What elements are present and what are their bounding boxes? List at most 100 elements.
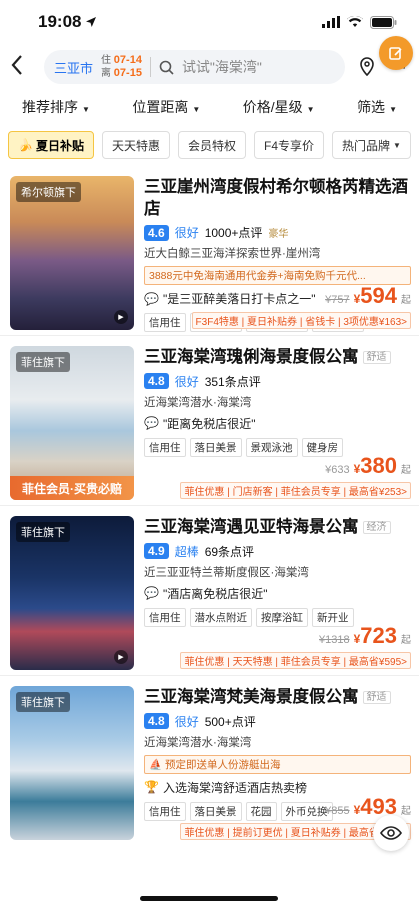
deal-tags[interactable]: 菲住优惠 | 天天特惠 | 菲住会员专享 | 最高省¥595> [180, 652, 411, 669]
back-icon[interactable] [10, 54, 36, 80]
hotel-card[interactable]: 菲住旗下 ▶ 三亚海棠湾遇见亚特海景公寓 经济 4.9 超棒 69条点评 近三亚亚… [0, 506, 419, 676]
hotel-title: 三亚海棠湾瑰俐海景度假公寓 舒适 [144, 346, 411, 369]
hotel-info: 三亚海棠湾梵美海景度假公寓 舒适 4.8 很好 500+点评 近海棠湾潜水·海棠湾… [134, 686, 411, 840]
image-promo-label: 菲住会员·买贵必赔 [10, 476, 134, 500]
deal-tags[interactable]: 菲住优惠 | 门店新客 | 菲住会员专享 | 最高省¥253> [180, 482, 411, 499]
level-badge: 舒适 [362, 690, 391, 704]
brand-tag: 希尔顿旗下 [16, 182, 81, 202]
filter-location[interactable]: 位置距离 ▼ [132, 97, 200, 117]
caret-down-icon: ▼ [306, 105, 315, 114]
eye-icon [380, 826, 402, 840]
hotel-title: 三亚海棠湾梵美海景度假公寓 舒适 [144, 686, 411, 709]
map-button[interactable] [353, 56, 381, 78]
price-suffix: 起 [401, 806, 411, 817]
brand-tag: 菲住旗下 [16, 352, 70, 372]
review-quote: 💬 "距离免税店很近" [144, 416, 256, 431]
price-suffix: 起 [401, 295, 411, 306]
hotel-title: 三亚崖州湾度假村希尔顿格芮精选酒店 [144, 178, 408, 218]
original-price: ¥757 [325, 294, 350, 306]
chat-bubble-icon: 💬 [144, 416, 159, 431]
rating-row: 4.9 超棒 69条点评 [144, 543, 411, 560]
caret-down-icon: ▼ [82, 105, 90, 114]
status-icons [322, 15, 397, 29]
city-selector[interactable]: 三亚市 [54, 58, 93, 77]
search-icon [159, 60, 174, 75]
banana-icon: 🍌 [18, 138, 33, 152]
chat-bubble-icon: 💬 [144, 586, 159, 601]
browse-history-button[interactable] [373, 815, 409, 851]
checkin-date: 07-14 [113, 54, 142, 66]
deal-tags[interactable]: F3F4特惠 | 夏日补贴券 | 省钱卡 | 3项优惠¥163> [191, 312, 411, 329]
hotel-location: 近海棠湾潜水·海棠湾 [144, 396, 252, 409]
status-bar: 19:08 [0, 0, 419, 44]
review-count: 351条点评 [204, 374, 261, 389]
review-count: 1000+点评 [204, 226, 263, 240]
hotel-info: 三亚海棠湾瑰俐海景度假公寓 舒适 4.8 很好 351条点评 近海棠湾潜水·海棠湾… [134, 346, 411, 499]
rating-row: 4.8 很好 351条点评 [144, 373, 411, 390]
hotel-card[interactable]: 希尔顿旗下 ▶ 三亚崖州湾度假村希尔顿格芮精选酒店 4.6 很好 1000+点评… [0, 166, 419, 336]
filter-more[interactable]: 筛选 ▼ [357, 97, 397, 117]
level-badge: 舒适 [362, 350, 391, 364]
edit-icon [389, 47, 402, 60]
battery-icon [370, 15, 397, 29]
hotel-location: 近三亚亚特兰蒂斯度假区·海棠湾 [144, 566, 309, 579]
divider [149, 57, 151, 77]
chip-daily-deal[interactable]: 天天特惠 [101, 131, 170, 159]
current-price: ¥380 [353, 453, 397, 478]
chip-summer-subsidy[interactable]: 🍌 夏日补贴 [8, 131, 94, 159]
map-pin-icon [360, 57, 374, 77]
hotel-card[interactable]: 菲住旗下 菲住会员·买贵必赔 三亚海棠湾瑰俐海景度假公寓 舒适 4.8 很好 35… [0, 336, 419, 506]
score-text: 很好 [174, 226, 199, 240]
caret-down-icon: ▼ [389, 105, 397, 114]
price-row: ¥1318 ¥723 起 [319, 623, 411, 649]
search-row: 三亚市 住 07-14 离 07-15 试试"海棠湾" ⋯ [0, 44, 419, 90]
current-price: ¥594 [353, 283, 397, 308]
filter-price-star[interactable]: 价格/星级 ▼ [243, 97, 315, 117]
filter-bar: 推荐排序 ▼ 位置距离 ▼ 价格/星级 ▼ 筛选 ▼ [0, 90, 419, 124]
caret-down-icon: ▼ [192, 105, 201, 114]
hotel-title: 三亚海棠湾遇见亚特海景公寓 经济 [144, 516, 411, 539]
wifi-icon [347, 16, 363, 27]
original-price: ¥1318 [319, 634, 350, 646]
hotel-image[interactable]: 菲住旗下 菲住会员·买贵必赔 [10, 346, 134, 500]
search-input[interactable]: 试试"海棠湾" [182, 57, 335, 77]
score-text: 很好 [174, 374, 199, 389]
rating-row: 4.6 很好 1000+点评 豪华 [144, 224, 411, 241]
hotel-info: 三亚海棠湾遇见亚特海景公寓 经济 4.9 超棒 69条点评 近三亚亚特兰蒂斯度假区… [134, 516, 411, 669]
clock: 19:08 [38, 12, 97, 32]
chip-f4[interactable]: F4专享价 [254, 131, 325, 159]
price-suffix: 起 [401, 635, 411, 646]
filter-sort[interactable]: 推荐排序 ▼ [22, 97, 90, 117]
hotel-location: 近大白鲸三亚海洋探索世界·崖州湾 [144, 248, 321, 260]
score-badge: 4.6 [144, 224, 169, 241]
checkout-label: 离 [101, 68, 112, 79]
level-badge: 豪华 [268, 229, 289, 240]
checkin-label: 住 [101, 55, 112, 66]
hotel-card[interactable]: 菲住旗下 三亚海棠湾梵美海景度假公寓 舒适 4.8 很好 500+点评 近海棠湾潜… [0, 676, 419, 846]
date-selector[interactable]: 住 07-14 离 07-15 [101, 54, 142, 80]
hotel-location: 近海棠湾潜水·海棠湾 [144, 736, 252, 749]
hotel-image[interactable]: 菲住旗下 [10, 686, 134, 840]
search-box[interactable]: 三亚市 住 07-14 离 07-15 试试"海棠湾" [44, 50, 345, 84]
price-row: ¥757 ¥594 起 [325, 283, 411, 309]
chip-brand[interactable]: 热门品牌 ▼ [332, 131, 411, 159]
price-suffix: 起 [401, 465, 411, 476]
original-price: ¥855 [325, 805, 350, 817]
chip-member[interactable]: 会员特权 [177, 131, 246, 159]
quick-filter-chips: 🍌 夏日补贴 天天特惠 会员特权 F4专享价 热门品牌▼ 双床 [0, 124, 419, 166]
level-badge: 经济 [362, 520, 391, 534]
yacht-icon: ⛵ [149, 758, 165, 771]
score-text: 超棒 [174, 544, 199, 559]
hotel-image[interactable]: 希尔顿旗下 ▶ [10, 176, 134, 330]
time-text: 19:08 [38, 12, 82, 31]
review-count: 69条点评 [204, 544, 255, 559]
chat-bubble-icon: 💬 [144, 291, 159, 306]
hotel-image[interactable]: 菲住旗下 ▶ [10, 516, 134, 670]
edit-float-button[interactable] [379, 36, 413, 70]
checkout-date: 07-15 [113, 67, 142, 79]
play-icon[interactable]: ▶ [114, 310, 128, 324]
brand-tag: 菲住旗下 [16, 522, 70, 542]
score-badge: 4.9 [144, 543, 169, 560]
play-icon[interactable]: ▶ [114, 650, 128, 664]
price-row: ¥633 ¥380 起 [325, 453, 411, 479]
